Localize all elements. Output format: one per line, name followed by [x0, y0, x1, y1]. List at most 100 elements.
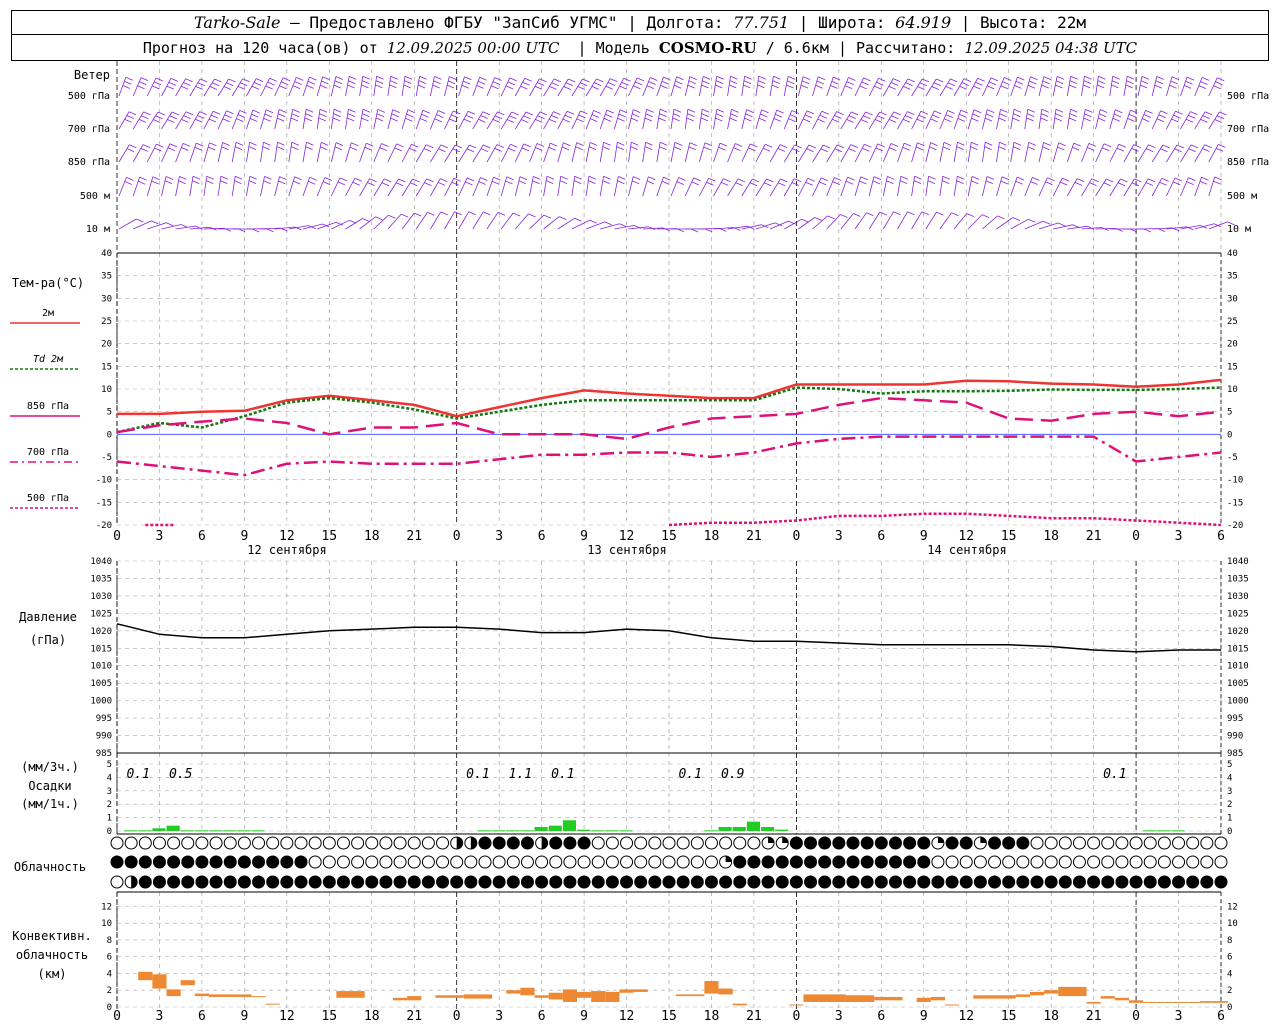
precip-bar [704, 830, 718, 832]
precip-unit-3h: (мм/3ч.) [21, 760, 79, 774]
hour-tick-top: 21 [1086, 529, 1102, 544]
cloud-symbol [988, 875, 1002, 889]
precip-bar [180, 830, 194, 832]
cloud-symbol [1200, 855, 1214, 869]
cloud-symbol [421, 855, 435, 869]
cloud-symbol [421, 875, 435, 889]
conv-bar [591, 991, 606, 1002]
wind-barb [826, 111, 844, 130]
wind-barb [1024, 142, 1036, 163]
conv-ytick-right: 0 [1227, 1003, 1232, 1013]
conv-ytick-left: 4 [107, 969, 112, 979]
pressure-ytick-left: 990 [96, 732, 112, 742]
precip-3h-label: 0.1 [466, 767, 489, 782]
cloud-symbol [407, 875, 421, 889]
wind-barb [826, 76, 841, 97]
cloud-symbol [973, 855, 987, 869]
cloud-symbol [676, 875, 690, 889]
cloud-symbol [988, 855, 1002, 869]
conv-bar [930, 996, 945, 1001]
wind-barb [415, 109, 431, 130]
wind-barb [925, 175, 936, 197]
cloud-symbol [336, 855, 350, 869]
conv-bar [407, 996, 422, 1001]
precip-bar [251, 830, 265, 832]
wind-barb [260, 141, 271, 163]
wind-barb [231, 175, 243, 197]
wind-barb [203, 142, 217, 163]
wind-barb [628, 77, 645, 97]
hour-tick-top: 12 [958, 529, 974, 544]
precip-ytick-left: 4 [107, 773, 112, 783]
alt-label: | Высота: [960, 13, 1048, 32]
wind-barb [132, 176, 147, 197]
wind-barb [670, 76, 684, 97]
wind-barb [671, 228, 699, 233]
wind-barb [302, 223, 330, 230]
hour-tick-bottom: 6 [877, 1009, 885, 1024]
wind-barb [1081, 109, 1093, 130]
conv-bar [916, 997, 931, 1002]
wind-barb [882, 78, 901, 97]
hour-tick-bottom: 9 [920, 1009, 928, 1024]
hour-tick-top: 15 [661, 529, 677, 544]
wind-barb [231, 142, 244, 163]
cloud-symbol [1101, 836, 1115, 850]
wind-barb [430, 76, 442, 97]
conv-bar [194, 993, 209, 997]
wind-barb [1109, 75, 1120, 97]
wind-barb [1137, 76, 1150, 97]
wind-barb [982, 77, 999, 97]
wind-barb [967, 176, 980, 197]
wind-barb [1137, 110, 1153, 130]
cloud-symbol [152, 836, 166, 850]
wind-barb [161, 224, 189, 230]
wind-barb [868, 77, 886, 97]
cloud-symbol [931, 855, 945, 869]
pressure-ytick-right: 1000 [1227, 697, 1249, 707]
precip-bar [746, 821, 760, 831]
alt-value: 22м [1057, 13, 1087, 32]
wind-barb [1194, 77, 1210, 97]
wind-barb [939, 142, 952, 163]
cloud-symbol [888, 855, 902, 869]
wind-barb [444, 177, 461, 197]
hour-tick-top: 9 [240, 529, 248, 544]
cloud-symbol [648, 855, 662, 869]
wind-barb [628, 141, 639, 163]
wind-barb [458, 76, 472, 97]
cloud-symbol [535, 875, 549, 889]
wind-barb [373, 75, 384, 97]
wind-barb [146, 77, 164, 97]
temp-ytick-left: 20 [101, 340, 112, 350]
cloud-symbol [931, 875, 945, 889]
conv-bar [845, 995, 875, 1002]
cloud-symbol [124, 855, 138, 869]
wind-barb [982, 141, 993, 163]
wind-barb [203, 175, 214, 197]
precip-title: Осадки [28, 779, 71, 793]
wind-barb [486, 176, 501, 197]
cloud-symbol [1157, 875, 1171, 889]
cloud-symbol [577, 855, 591, 869]
cloud-symbol-part [768, 837, 775, 843]
cloud-symbol [1087, 836, 1101, 850]
wind-barb [698, 142, 713, 163]
precip-bar [577, 829, 591, 831]
cloud-symbol [733, 875, 747, 889]
wind-barb [1024, 177, 1040, 197]
cloud-symbol [280, 836, 294, 850]
wind-barb [628, 176, 641, 197]
cloud-symbol [365, 875, 379, 889]
hour-tick-top: 12 [279, 529, 295, 544]
wind-barb [1194, 176, 1209, 197]
conv-unit: (км) [38, 967, 67, 981]
wind-barb [1180, 76, 1195, 97]
cloud-symbol [1087, 855, 1101, 869]
cloud-symbol [237, 855, 251, 869]
hour-tick-bottom: 21 [746, 1009, 762, 1024]
cloud-symbol [747, 875, 761, 889]
hour-tick-top: 3 [495, 529, 503, 544]
precip-bar [237, 830, 251, 832]
cloud-symbol [138, 836, 152, 850]
